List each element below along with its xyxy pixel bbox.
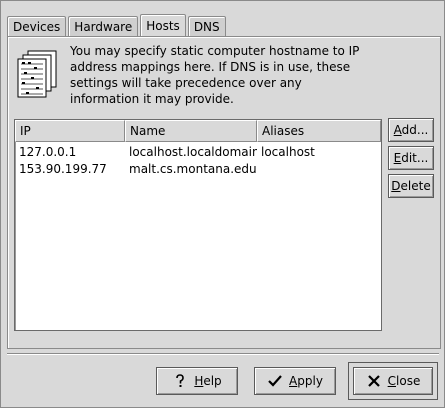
cell-ip: 153.90.199.77 [19,162,107,176]
delete-button[interactable]: Delete [388,174,434,198]
network-config-window: Devices Hardware Hosts DNS You may speci… [0,0,445,408]
cell-aliases [257,161,381,178]
edit-button[interactable]: Edit... [388,146,434,170]
add-button-mnemonic: A [393,123,402,137]
tab-bar: Devices Hardware Hosts DNS [7,13,228,38]
question-icon [176,374,185,387]
add-button-label: dd... [401,123,429,137]
help-button-mnemonic: H [194,374,204,388]
separator [7,353,439,355]
delete-button-mnemonic: D [391,179,401,193]
hosts-panel: You may specify static computer hostname… [7,36,441,349]
checkmark-icon [268,375,282,387]
apply-button-label: pply [297,374,323,388]
close-button[interactable]: Close [353,367,433,395]
column-header-aliases[interactable]: Aliases [257,120,381,142]
info-text: You may specify static computer hostname… [70,44,360,106]
x-icon [367,375,380,387]
help-button-label: elp [203,374,222,388]
tab-hosts[interactable]: Hosts [140,14,186,38]
cell-name: localhost.localdomain [129,145,257,159]
help-button[interactable]: Help [156,367,238,395]
edit-button-label: dit... [401,151,429,165]
tab-dns[interactable]: DNS [187,16,226,37]
column-header-ip[interactable]: IP [15,120,125,142]
close-button-label: lose [396,374,421,388]
tab-devices[interactable]: Devices [7,16,67,37]
list-header: IP Name Aliases [15,120,381,142]
tab-hardware[interactable]: Hardware [68,16,139,37]
host-table-icon [17,50,57,98]
delete-button-label: elete [400,179,431,193]
cell-name: malt.cs.montana.edu [129,162,257,176]
close-button-mnemonic: C [387,374,397,388]
cell-ip: 127.0.0.1 [19,145,77,159]
table-row[interactable]: 127.0.0.1 localhost.localdomain localhos… [15,144,381,161]
column-header-name[interactable]: Name [125,120,257,142]
add-button[interactable]: Add... [388,118,434,142]
apply-button[interactable]: Apply [254,367,336,395]
cell-aliases: localhost [261,145,315,159]
table-row[interactable]: 153.90.199.77 malt.cs.montana.edu [15,161,381,178]
hosts-list[interactable]: IP Name Aliases 127.0.0.1 localhost.loca… [14,119,382,331]
